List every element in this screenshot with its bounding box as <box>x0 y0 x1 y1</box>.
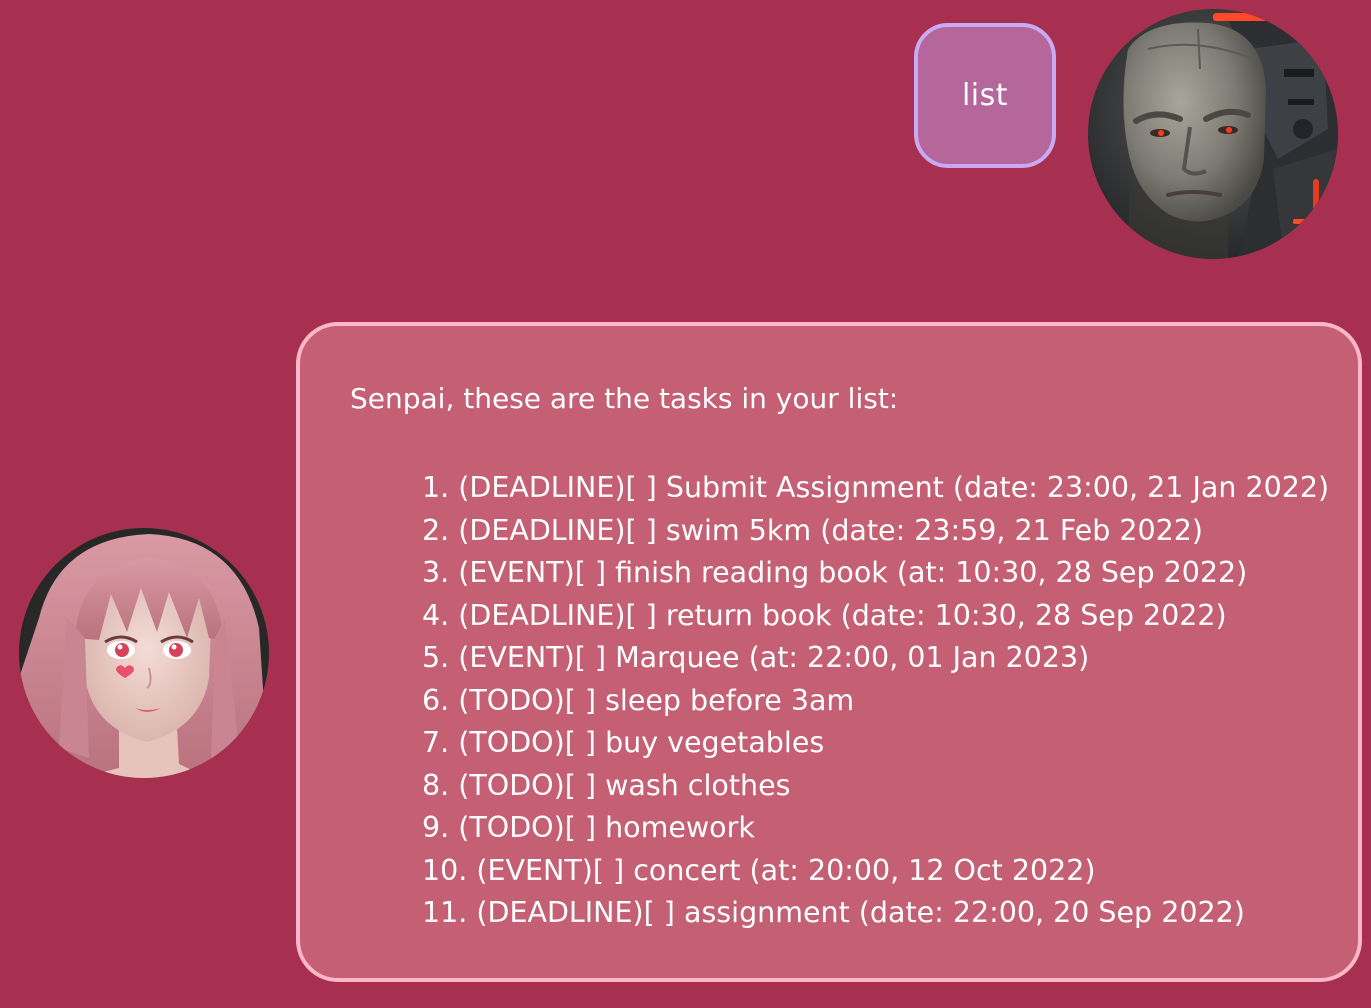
bot-message-intro: Senpai, these are the tasks in your list… <box>350 382 899 415</box>
task-list-item: 6. (TODO)[ ] sleep before 3am <box>422 683 855 717</box>
task-list-item: 8. (TODO)[ ] wash clothes <box>422 768 791 802</box>
user-message-bubble: list <box>914 23 1056 168</box>
task-list-item: 3. (EVENT)[ ] finish reading book (at: 1… <box>422 556 1248 589</box>
user-message-text: list <box>961 78 1009 113</box>
task-list: 1. (DEADLINE)[ ] Submit Assignment (date… <box>422 467 1329 935</box>
task-list-item: 9. (TODO)[ ] homework <box>422 811 755 844</box>
task-list-item: 4. (DEADLINE)[ ] return book (date: 10:3… <box>422 598 1227 632</box>
task-list-item: 1. (DEADLINE)[ ] Submit Assignment (date… <box>422 471 1330 504</box>
task-list-item: 5. (EVENT)[ ] Marquee (at: 22:00, 01 Jan… <box>422 641 1090 674</box>
bot-message-bubble: Senpai, these are the tasks in your list… <box>296 322 1362 982</box>
task-list-item: 7. (TODO)[ ] buy vegetables <box>422 726 825 759</box>
task-list-item: 2. (DEADLINE)[ ] swim 5km (date: 23:59, … <box>422 513 1203 547</box>
task-list-item: 11. (DEADLINE)[ ] assignment (date: 22:0… <box>422 896 1245 929</box>
anime-girl-avatar <box>19 528 269 778</box>
cyborg-man-avatar <box>1088 9 1338 259</box>
task-list-item: 10. (EVENT)[ ] concert (at: 20:00, 12 Oc… <box>422 853 1096 887</box>
